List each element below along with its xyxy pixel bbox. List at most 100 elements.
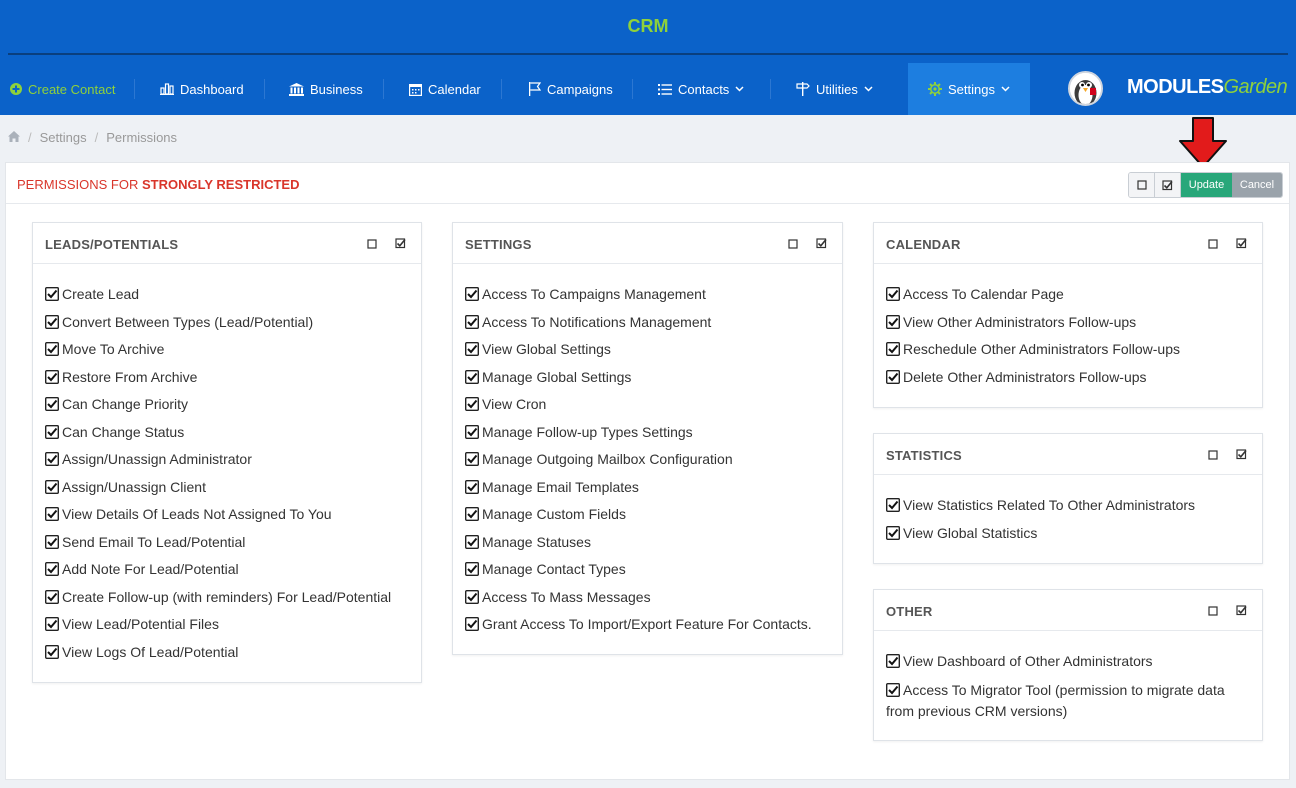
uncheck-all-icon[interactable]	[786, 237, 799, 250]
permission-checkbox[interactable]	[44, 424, 60, 439]
permission-checkbox[interactable]	[885, 682, 901, 697]
permission-checkbox[interactable]	[44, 561, 60, 577]
permission-checkbox[interactable]	[464, 424, 480, 439]
check-all-icon[interactable]	[1235, 237, 1248, 250]
permission-checkbox[interactable]	[44, 314, 60, 329]
breadcrumb-separator: /	[94, 130, 99, 145]
nav-label: Dashboard	[180, 81, 244, 97]
permission-checkbox[interactable]	[885, 314, 901, 329]
permission-checkbox[interactable]	[44, 506, 60, 522]
nav-contacts[interactable]: Contacts	[658, 63, 744, 115]
card-body: Access To Campaigns Management Access To …	[453, 264, 842, 655]
permission-checkbox[interactable]	[464, 561, 480, 577]
home-icon[interactable]	[8, 130, 20, 145]
permission-checkbox[interactable]	[885, 525, 901, 540]
nav-dashboard[interactable]: Dashboard	[160, 63, 244, 115]
nav-label: Utilities	[816, 81, 858, 97]
check-all-icon[interactable]	[1235, 604, 1248, 617]
permission-checkbox[interactable]	[464, 534, 480, 549]
card-header: STATISTICS	[874, 434, 1262, 475]
permission-checkbox[interactable]	[885, 286, 901, 302]
permission-label: Create Follow-up (with reminders) For Le…	[62, 588, 392, 605]
logo-text-accent: Garden	[1223, 76, 1288, 98]
permission-row: View Global Statistics	[885, 524, 1250, 552]
list-icon	[658, 83, 672, 95]
permission-checkbox[interactable]	[464, 589, 480, 604]
breadcrumb-settings[interactable]: Settings	[40, 130, 87, 145]
permission-checkbox[interactable]	[44, 534, 60, 549]
uncheck-all-icon[interactable]	[1206, 604, 1219, 617]
permission-checkbox[interactable]	[44, 589, 60, 604]
nav-settings[interactable]: Settings	[908, 63, 1030, 115]
permission-label: Create Lead	[62, 286, 140, 302]
permission-checkbox[interactable]	[44, 451, 60, 467]
check-all-icon[interactable]	[815, 237, 828, 250]
permission-checkbox[interactable]	[464, 396, 480, 412]
permission-label: Manage Outgoing Mailbox Configuration	[482, 451, 733, 467]
permission-checkbox[interactable]	[885, 653, 901, 669]
permission-checkbox[interactable]	[464, 451, 480, 467]
permission-checkbox[interactable]	[44, 616, 60, 632]
permission-label: Manage Custom Fields	[482, 506, 626, 522]
nav-divider	[770, 79, 771, 99]
permission-label: Delete Other Administrators Follow-ups	[903, 368, 1147, 385]
uncheck-all-icon[interactable]	[1206, 448, 1219, 461]
permission-checkbox[interactable]	[44, 644, 60, 659]
permission-checkbox[interactable]	[885, 369, 901, 384]
card-title: SETTINGS	[465, 237, 532, 252]
nav-create-contact[interactable]: Create Contact	[10, 63, 115, 115]
card-header: LEADS/POTENTIALS	[33, 223, 421, 264]
signpost-icon	[796, 82, 810, 96]
user-avatar[interactable]	[1068, 71, 1103, 106]
permission-checkbox[interactable]	[44, 396, 60, 412]
permission-label: Grant Access To Import/Export Feature Fo…	[482, 616, 812, 632]
breadcrumb-permissions: Permissions	[106, 130, 178, 145]
permission-checkbox[interactable]	[885, 341, 901, 357]
update-button[interactable]: Update	[1181, 173, 1232, 197]
permission-checkbox[interactable]	[44, 341, 60, 357]
permission-checkbox[interactable]	[44, 286, 60, 302]
permission-checkbox[interactable]	[464, 369, 480, 384]
permission-row: Convert Between Types (Lead/Potential)	[44, 313, 409, 341]
check-all-icon[interactable]	[394, 237, 407, 250]
permission-row: Can Change Status	[44, 423, 409, 451]
card-title: LEADS/POTENTIALS	[45, 237, 179, 252]
nav-divider	[134, 79, 135, 99]
permission-label: View Cron	[482, 396, 547, 412]
nav-business[interactable]: Business	[289, 63, 363, 115]
nav-calendar[interactable]: Calendar	[409, 63, 481, 115]
calendar-icon	[409, 83, 422, 96]
permission-checkbox[interactable]	[464, 314, 480, 329]
nav-divider	[264, 79, 265, 99]
nav-divider	[632, 79, 633, 99]
card-header: OTHER	[874, 590, 1262, 631]
cancel-button[interactable]: Cancel	[1232, 173, 1282, 197]
page-title: PERMISSIONS FOR STRONGLY RESTRICTED	[17, 177, 299, 192]
permission-label: Add Note For Lead/Potential	[62, 561, 239, 577]
nav-campaigns[interactable]: Campaigns	[528, 63, 613, 115]
permission-label: Manage Contact Types	[482, 561, 626, 577]
check-all-button[interactable]	[1155, 173, 1181, 197]
chevron-down-icon	[1001, 84, 1010, 95]
permission-checkbox[interactable]	[464, 506, 480, 522]
permission-label: Manage Email Templates	[482, 478, 639, 495]
check-all-icon[interactable]	[1235, 448, 1248, 461]
permission-label: Access To Mass Messages	[482, 588, 651, 605]
permission-checkbox[interactable]	[464, 479, 480, 494]
uncheck-all-icon[interactable]	[1206, 237, 1219, 250]
nav-utilities[interactable]: Utilities	[796, 63, 873, 115]
panel-header: PERMISSIONS FOR STRONGLY RESTRICTED Upda…	[6, 163, 1289, 204]
uncheck-all-button[interactable]	[1129, 173, 1155, 197]
permission-row: Can Change Priority	[44, 395, 409, 423]
permission-checkbox[interactable]	[885, 497, 901, 513]
uncheck-all-icon[interactable]	[365, 237, 378, 250]
permission-checkbox[interactable]	[44, 479, 60, 494]
breadcrumb-separator: /	[28, 130, 32, 145]
permission-checkbox[interactable]	[44, 369, 60, 384]
breadcrumb: / Settings / Permissions	[8, 130, 177, 145]
permission-checkbox[interactable]	[464, 286, 480, 302]
permission-checkbox[interactable]	[464, 616, 480, 632]
role-name: STRONGLY RESTRICTED	[141, 177, 300, 192]
permission-label: Access To Migrator Tool (permission to m…	[886, 681, 1225, 719]
permission-checkbox[interactable]	[464, 341, 480, 357]
